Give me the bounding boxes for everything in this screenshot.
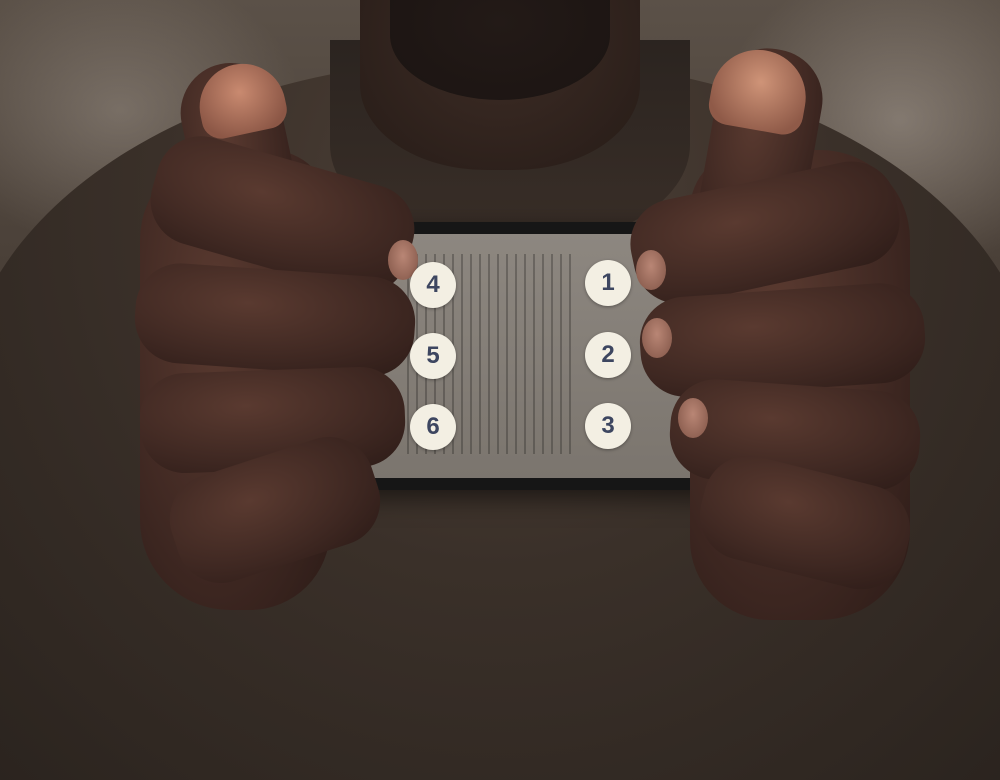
right-middle-fingernail [642, 318, 672, 358]
right-ring-fingernail [678, 398, 708, 438]
braille-dot-3-badge: 3 [585, 403, 631, 449]
photo-scene: 1 2 3 4 5 6 [0, 0, 1000, 780]
right-middle-finger [636, 280, 929, 400]
braille-dot-4-badge: 4 [410, 262, 456, 308]
braille-dot-1-badge: 1 [585, 260, 631, 306]
braille-dot-2-badge: 2 [585, 332, 631, 378]
right-index-fingernail [636, 250, 666, 290]
braille-dot-5-badge: 5 [410, 333, 456, 379]
left-middle-finger [131, 260, 419, 380]
braille-dot-6-badge: 6 [410, 404, 456, 450]
